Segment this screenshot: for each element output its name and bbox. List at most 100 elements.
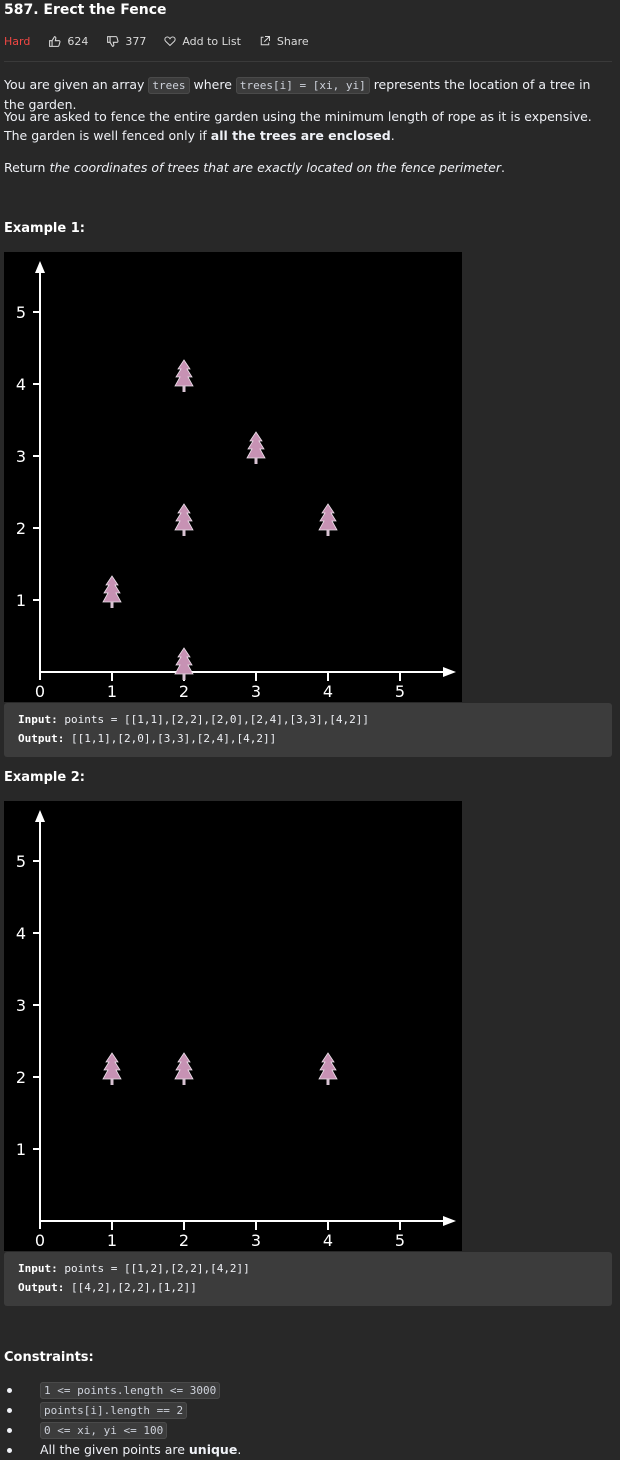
example-2-heading: Example 2:: [4, 770, 85, 785]
tree-icon: [318, 503, 338, 536]
tree-trunk: [182, 530, 186, 536]
y-tick-label: 4: [16, 924, 26, 943]
example-1-output: Output: [[1,1],[2,0],[3,3],[2,4],[4,2]]: [18, 732, 276, 745]
tree-crown: [102, 1052, 122, 1080]
tree-trunk: [182, 1079, 186, 1085]
tree-crown: [174, 1052, 194, 1080]
tree-crown: [246, 431, 266, 459]
text: .: [501, 160, 505, 175]
x-tick-label: 1: [107, 682, 117, 701]
y-tick-label: 1: [16, 1140, 26, 1159]
output-value: [[4,2],[2,2],[1,2]]: [64, 1281, 197, 1294]
constraint-code: 0 <= xi, yi <= 100: [40, 1422, 168, 1439]
bold-text: unique: [188, 1442, 238, 1457]
tree-trunk: [110, 1079, 114, 1085]
output-label: Output:: [18, 1281, 65, 1294]
tree-icon: [318, 1052, 338, 1085]
text: All the given points are: [40, 1442, 189, 1457]
input-label: Input:: [18, 713, 58, 726]
example-1-plot: 0 1 2 3 4 5 1 2 3 4 5: [4, 252, 462, 702]
output-label: Output:: [18, 732, 65, 745]
x-tick-label: 2: [179, 1231, 189, 1250]
x-tick-label: 1: [107, 1231, 117, 1250]
constraint-item: All the given points are unique.: [6, 1440, 242, 1460]
example-2-input: Input: points = [[1,2],[2,2],[4,2]]: [18, 1262, 250, 1275]
y-tick-label: 1: [16, 591, 26, 610]
tree-icon: [174, 359, 194, 392]
share-button[interactable]: Share: [259, 35, 309, 48]
tree-crown: [174, 647, 194, 675]
y-tick-label: 2: [16, 1068, 26, 1087]
x-tick-label: 3: [251, 682, 261, 701]
y-tick-label: 4: [16, 375, 26, 394]
difficulty-badge: Hard: [4, 34, 31, 48]
text: You are given an array: [4, 77, 149, 92]
dislike-count: 377: [125, 34, 147, 48]
x-tick-label: 5: [395, 1231, 405, 1250]
problem-title: 587. Erect the Fence: [4, 2, 167, 18]
tree-trunk: [182, 386, 186, 392]
example-1-input: Input: points = [[1,1],[2,2],[2,0],[2,4]…: [18, 713, 369, 726]
constraint-item: 0 <= xi, yi <= 100: [6, 1420, 241, 1440]
bold-text: all the trees are enclosed: [210, 128, 391, 143]
like-button[interactable]: 624: [48, 35, 88, 48]
tree-icon: [174, 647, 194, 680]
share-icon: [260, 36, 270, 46]
thumbs-down-icon: [107, 35, 119, 47]
thumbs-up-icon: [49, 35, 61, 47]
input-label: Input:: [18, 1262, 58, 1275]
description-paragraph-2: You are asked to fence the entire garden…: [4, 107, 610, 145]
example-2-io-box: Input: points = [[1,2],[2,2],[4,2]] Outp…: [4, 1252, 612, 1306]
text: Return: [4, 160, 50, 175]
tree-crown: [318, 1052, 338, 1080]
heart-icon: [164, 36, 176, 47]
tree-icon: [246, 431, 266, 464]
example-1-io-box: Input: points = [[1,1],[2,2],[2,0],[2,4]…: [4, 703, 612, 757]
add-to-list-label: Add to List: [182, 34, 241, 48]
constraints-list: 1 <= points.length <= 3000 points[i].len…: [0, 1380, 241, 1460]
input-value: points = [[1,1],[2,2],[2,0],[2,4],[3,3],…: [57, 713, 370, 726]
tree-crown: [318, 503, 338, 531]
y-tick-label: 5: [16, 303, 26, 322]
tree-trunk: [326, 1079, 330, 1085]
example-2-chart: 0 1 2 3 4 5 1 2 3 4 5: [16, 810, 456, 1250]
x-axis-arrow: [443, 667, 456, 677]
text: where: [189, 77, 236, 92]
text: .: [390, 128, 395, 143]
y-tick-label: 3: [16, 447, 26, 466]
tree-icon: [102, 1052, 122, 1085]
x-tick-label: 0: [35, 1231, 45, 1250]
description-paragraph-3: Return the coordinates of trees that are…: [4, 158, 610, 177]
example-1-chart: 0 1 2 3 4 5 1 2 3 4 5: [16, 261, 456, 701]
add-to-list-button[interactable]: Add to List: [164, 35, 241, 48]
x-axis-arrow: [443, 1216, 456, 1226]
x-tick-label: 4: [323, 1231, 333, 1250]
dislike-button[interactable]: 377: [106, 35, 146, 48]
constraint-code: points[i].length == 2: [40, 1402, 188, 1419]
tree-crown: [174, 503, 194, 531]
text: .: [237, 1442, 242, 1457]
y-tick-label: 3: [16, 996, 26, 1015]
tree-trunk: [326, 530, 330, 536]
share-label: Share: [276, 34, 309, 48]
x-tick-label: 0: [35, 682, 45, 701]
problem-meta-bar: Hard 624 377 Add to List Share: [4, 33, 327, 49]
tree-icon: [174, 503, 194, 536]
like-count: 624: [67, 34, 89, 48]
tree-icon: [174, 1052, 194, 1085]
divider: [4, 61, 612, 62]
y-tick-label: 2: [16, 519, 26, 538]
example-1-heading: Example 1:: [4, 221, 85, 236]
x-tick-label: 2: [179, 682, 189, 701]
inline-code-trees-i: trees[i] = [xi, yi]: [235, 77, 370, 94]
x-tick-label: 4: [323, 682, 333, 701]
tree-trunk: [182, 674, 186, 680]
constraints-heading: Constraints:: [4, 1350, 94, 1365]
tree-crown: [102, 575, 122, 603]
tree-icon: [102, 575, 122, 608]
output-value: [[1,1],[2,0],[3,3],[2,4],[4,2]]: [64, 732, 277, 745]
y-axis-arrow: [35, 261, 45, 273]
y-tick-label: 5: [16, 852, 26, 871]
y-axis-arrow: [35, 810, 45, 822]
tree-trunk: [110, 602, 114, 608]
